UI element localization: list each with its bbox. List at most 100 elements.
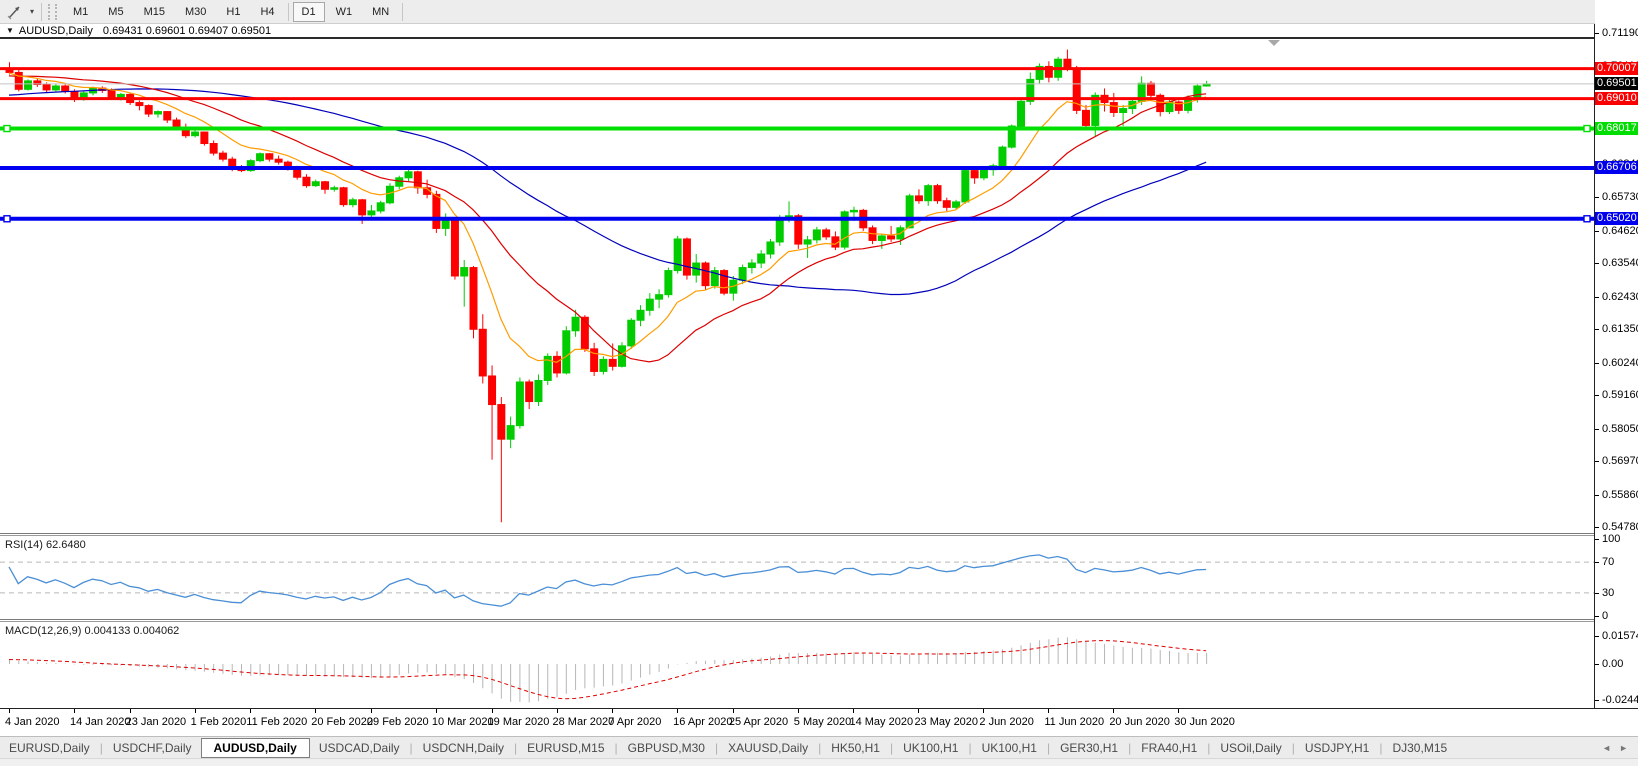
bear-candle <box>933 185 942 202</box>
timeframe-buttons: M1 M5 M15 M30 H1 H4 D1 W1 MN <box>63 1 406 22</box>
tab-usoil-daily[interactable]: USOil,Daily <box>1211 739 1290 757</box>
bull-candle <box>877 235 886 241</box>
bull-candle <box>803 239 812 245</box>
bull-candle <box>367 210 376 216</box>
line-drag-handle[interactable] <box>3 215 11 223</box>
chart-shift-marker-icon[interactable] <box>1268 40 1280 46</box>
timeframe-button-mn[interactable]: MN <box>363 2 398 22</box>
cursor-tool-icon[interactable] <box>4 3 26 21</box>
bull-candle <box>460 267 469 277</box>
tab-usdchf-daily[interactable]: USDCHF,Daily <box>104 739 201 757</box>
bull-candle <box>395 177 404 187</box>
date-tick-mark <box>370 709 372 713</box>
price-tick-mark <box>1595 428 1599 430</box>
tab-scroll-buttons: ◄ ► <box>1602 743 1628 753</box>
rsi-tick-mark <box>1595 592 1599 594</box>
date-label: 14 Jan 2020 <box>69 716 131 728</box>
panel-divider[interactable] <box>0 533 1638 534</box>
tab-eurusd-m15[interactable]: EURUSD,M15 <box>518 739 613 757</box>
date-tick-mark <box>9 709 10 713</box>
line-drag-handle[interactable] <box>3 124 11 133</box>
rsi-panel-canvas[interactable] <box>0 536 1594 619</box>
timeframe-button-w1[interactable]: W1 <box>327 2 362 22</box>
timeframe-button-m1[interactable]: M1 <box>64 2 97 22</box>
price-chart-canvas[interactable] <box>0 39 1594 533</box>
bear-candle <box>822 229 831 238</box>
macd-signal-line <box>8 640 1207 700</box>
timeframe-button-m5[interactable]: M5 <box>99 2 132 22</box>
date-tick-mark <box>677 709 679 713</box>
tab-ger30-h1[interactable]: GER30,H1 <box>1051 739 1127 757</box>
bull-candle <box>404 171 413 179</box>
panel-divider[interactable] <box>0 619 1638 620</box>
toolbar-grip[interactable] <box>48 3 57 20</box>
moving-average[interactable] <box>8 88 1207 296</box>
collapse-icon[interactable]: ▼ <box>6 26 14 35</box>
bear-candle <box>469 267 478 330</box>
rsi-tick-label: 0 <box>1602 610 1609 622</box>
bull-candle <box>1165 101 1174 113</box>
price-level-badge: 0.69501 <box>1595 76 1638 90</box>
price-tick-mark <box>1595 527 1599 529</box>
tab-separator: | <box>1379 741 1383 755</box>
bull-candle <box>738 267 747 281</box>
tab-xauusd-daily[interactable]: XAUUSD,Daily <box>719 739 817 757</box>
date-label: 14 May 2020 <box>849 716 914 728</box>
bull-candle <box>812 229 821 241</box>
line-drag-handle[interactable] <box>1583 124 1591 133</box>
tab-separator: | <box>99 741 103 755</box>
price-tick-label: 0.58050 <box>1602 422 1638 435</box>
tab-usdjpy-h1[interactable]: USDJPY,H1 <box>1296 739 1378 757</box>
tabs-scroll-right-icon[interactable]: ► <box>1619 743 1628 753</box>
tab-dj30-m15[interactable]: DJ30,M15 <box>1383 739 1456 757</box>
tab-fra40-h1[interactable]: FRA40,H1 <box>1132 739 1206 757</box>
bull-candle <box>116 93 125 98</box>
tabs-scroll-left-icon[interactable]: ◄ <box>1602 743 1611 753</box>
tab-usdcad-daily[interactable]: USDCAD,Daily <box>310 739 409 757</box>
tab-hk50-h1[interactable]: HK50,H1 <box>822 739 889 757</box>
price-tick-mark <box>1595 461 1599 463</box>
price-tick-label: 0.54780 <box>1602 521 1638 534</box>
price-tick-mark <box>1595 329 1599 331</box>
bear-candle <box>1109 102 1118 113</box>
toolbar-separator <box>41 2 42 21</box>
date-tick-mark <box>1178 709 1180 713</box>
macd-tick-label: -0.024412 <box>1602 694 1638 706</box>
tab-uk100-h1[interactable]: UK100,H1 <box>973 739 1046 757</box>
tab-separator: | <box>968 741 972 755</box>
tab-usdcnh-daily[interactable]: USDCNH,Daily <box>414 739 513 757</box>
macd-panel-canvas[interactable] <box>0 622 1594 707</box>
timeframe-button-h1[interactable]: H1 <box>217 2 249 22</box>
bull-candle <box>757 253 766 264</box>
bull-candle <box>534 379 543 403</box>
bear-candle <box>432 193 441 229</box>
tool-dropdown-caret-icon[interactable]: ▾ <box>26 7 38 16</box>
bull-candle <box>153 111 162 115</box>
date-label: 1 Feb 2020 <box>190 716 247 728</box>
price-tick-mark <box>1595 33 1599 34</box>
tab-uk100-h1[interactable]: UK100,H1 <box>894 739 967 757</box>
tab-eurusd-daily[interactable]: EURUSD,Daily <box>0 739 99 757</box>
tab-audusd-daily[interactable]: AUDUSD,Daily <box>200 738 310 758</box>
timeframe-button-h4[interactable]: H4 <box>251 2 283 22</box>
bull-candle <box>952 201 961 208</box>
bull-candle <box>961 170 970 203</box>
timeframe-button-m15[interactable]: M15 <box>135 2 174 22</box>
chart-title-bar: ▼ AUDUSD,Daily 0.69431 0.69601 0.69407 0… <box>0 24 1594 39</box>
tab-gbpusd-m30[interactable]: GBPUSD,M30 <box>619 739 714 757</box>
line-drag-handle[interactable] <box>1583 215 1591 223</box>
price-axis[interactable]: 0.711900.701100.690300.679200.668400.657… <box>1595 0 1638 708</box>
date-tick-mark <box>918 709 920 713</box>
time-axis[interactable]: 4 Jan 2020 14 Jan 2020 23 Jan 2020 1 Feb 20… <box>0 709 1638 736</box>
timeframe-button-m30[interactable]: M30 <box>176 2 215 22</box>
price-level-badge: 0.69010 <box>1595 91 1638 105</box>
date-tick-mark <box>1048 709 1050 713</box>
bear-candle <box>887 235 896 240</box>
bull-candle <box>191 131 200 137</box>
bear-candle <box>450 220 459 277</box>
tab-separator: | <box>1046 741 1051 755</box>
bull-candle <box>385 185 394 204</box>
timeframe-button-d1[interactable]: D1 <box>292 1 325 22</box>
date-tick-mark <box>491 709 493 713</box>
bear-candle <box>5 69 14 73</box>
